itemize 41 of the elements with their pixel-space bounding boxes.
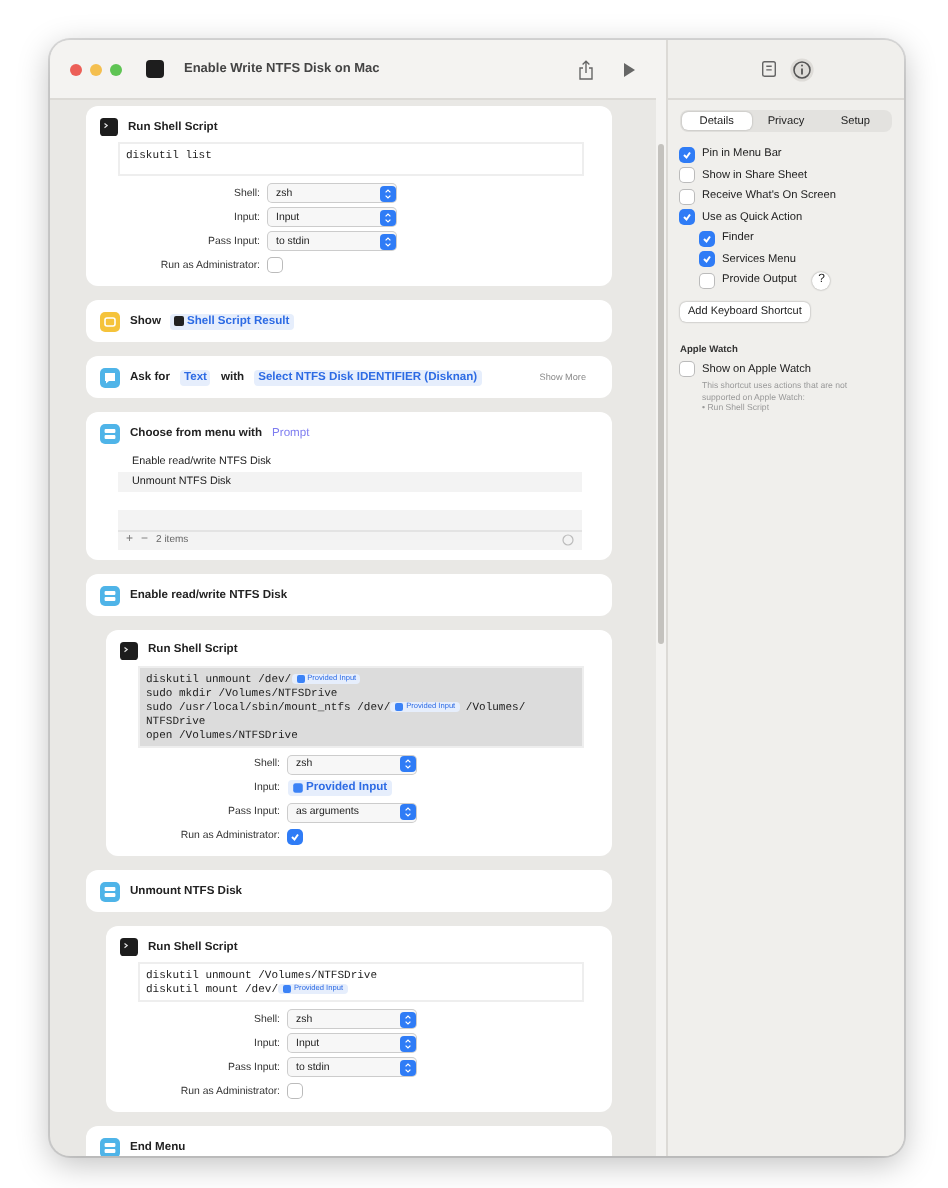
variable-icon bbox=[282, 984, 293, 994]
zoom-button[interactable] bbox=[110, 63, 122, 75]
checkbox[interactable] bbox=[680, 189, 694, 204]
stepper-icon bbox=[380, 233, 396, 250]
minimize-button[interactable] bbox=[90, 63, 102, 75]
library-icon[interactable] bbox=[759, 60, 777, 78]
checkbox[interactable] bbox=[700, 252, 714, 267]
checkbox[interactable] bbox=[700, 273, 714, 288]
checkbox[interactable] bbox=[680, 210, 694, 225]
speech-bubble-icon bbox=[100, 367, 120, 387]
play-icon[interactable] bbox=[622, 61, 636, 77]
checkbox[interactable] bbox=[700, 231, 714, 246]
stepper-icon bbox=[380, 185, 396, 202]
terminal-icon bbox=[120, 938, 138, 956]
stepper-icon bbox=[400, 756, 416, 773]
stepper-icon bbox=[400, 804, 416, 821]
terminal-icon bbox=[120, 641, 138, 659]
circle-icon bbox=[562, 534, 574, 546]
terminal-icon bbox=[174, 316, 185, 326]
menu-icon bbox=[100, 585, 120, 605]
stepper-icon bbox=[400, 1059, 416, 1076]
variable-icon bbox=[295, 673, 306, 683]
stepper-icon bbox=[380, 209, 396, 226]
info-icon[interactable] bbox=[789, 57, 813, 81]
terminal-icon bbox=[146, 60, 164, 78]
checkbox[interactable] bbox=[680, 147, 694, 162]
checkbox[interactable] bbox=[680, 362, 694, 377]
variable-icon bbox=[394, 701, 405, 711]
checkbox[interactable] bbox=[680, 168, 694, 183]
close-button[interactable] bbox=[70, 63, 82, 75]
share-icon[interactable] bbox=[578, 59, 594, 79]
stepper-icon bbox=[400, 1011, 416, 1028]
variable-icon bbox=[292, 782, 304, 795]
checkbox[interactable] bbox=[268, 258, 282, 273]
quick-look-icon bbox=[100, 311, 120, 331]
terminal-icon bbox=[100, 118, 118, 136]
menu-icon bbox=[100, 423, 120, 443]
menu-icon bbox=[100, 882, 120, 902]
checkbox[interactable] bbox=[288, 829, 302, 844]
stepper-icon bbox=[400, 1035, 416, 1052]
checkbox[interactable] bbox=[288, 1084, 302, 1099]
